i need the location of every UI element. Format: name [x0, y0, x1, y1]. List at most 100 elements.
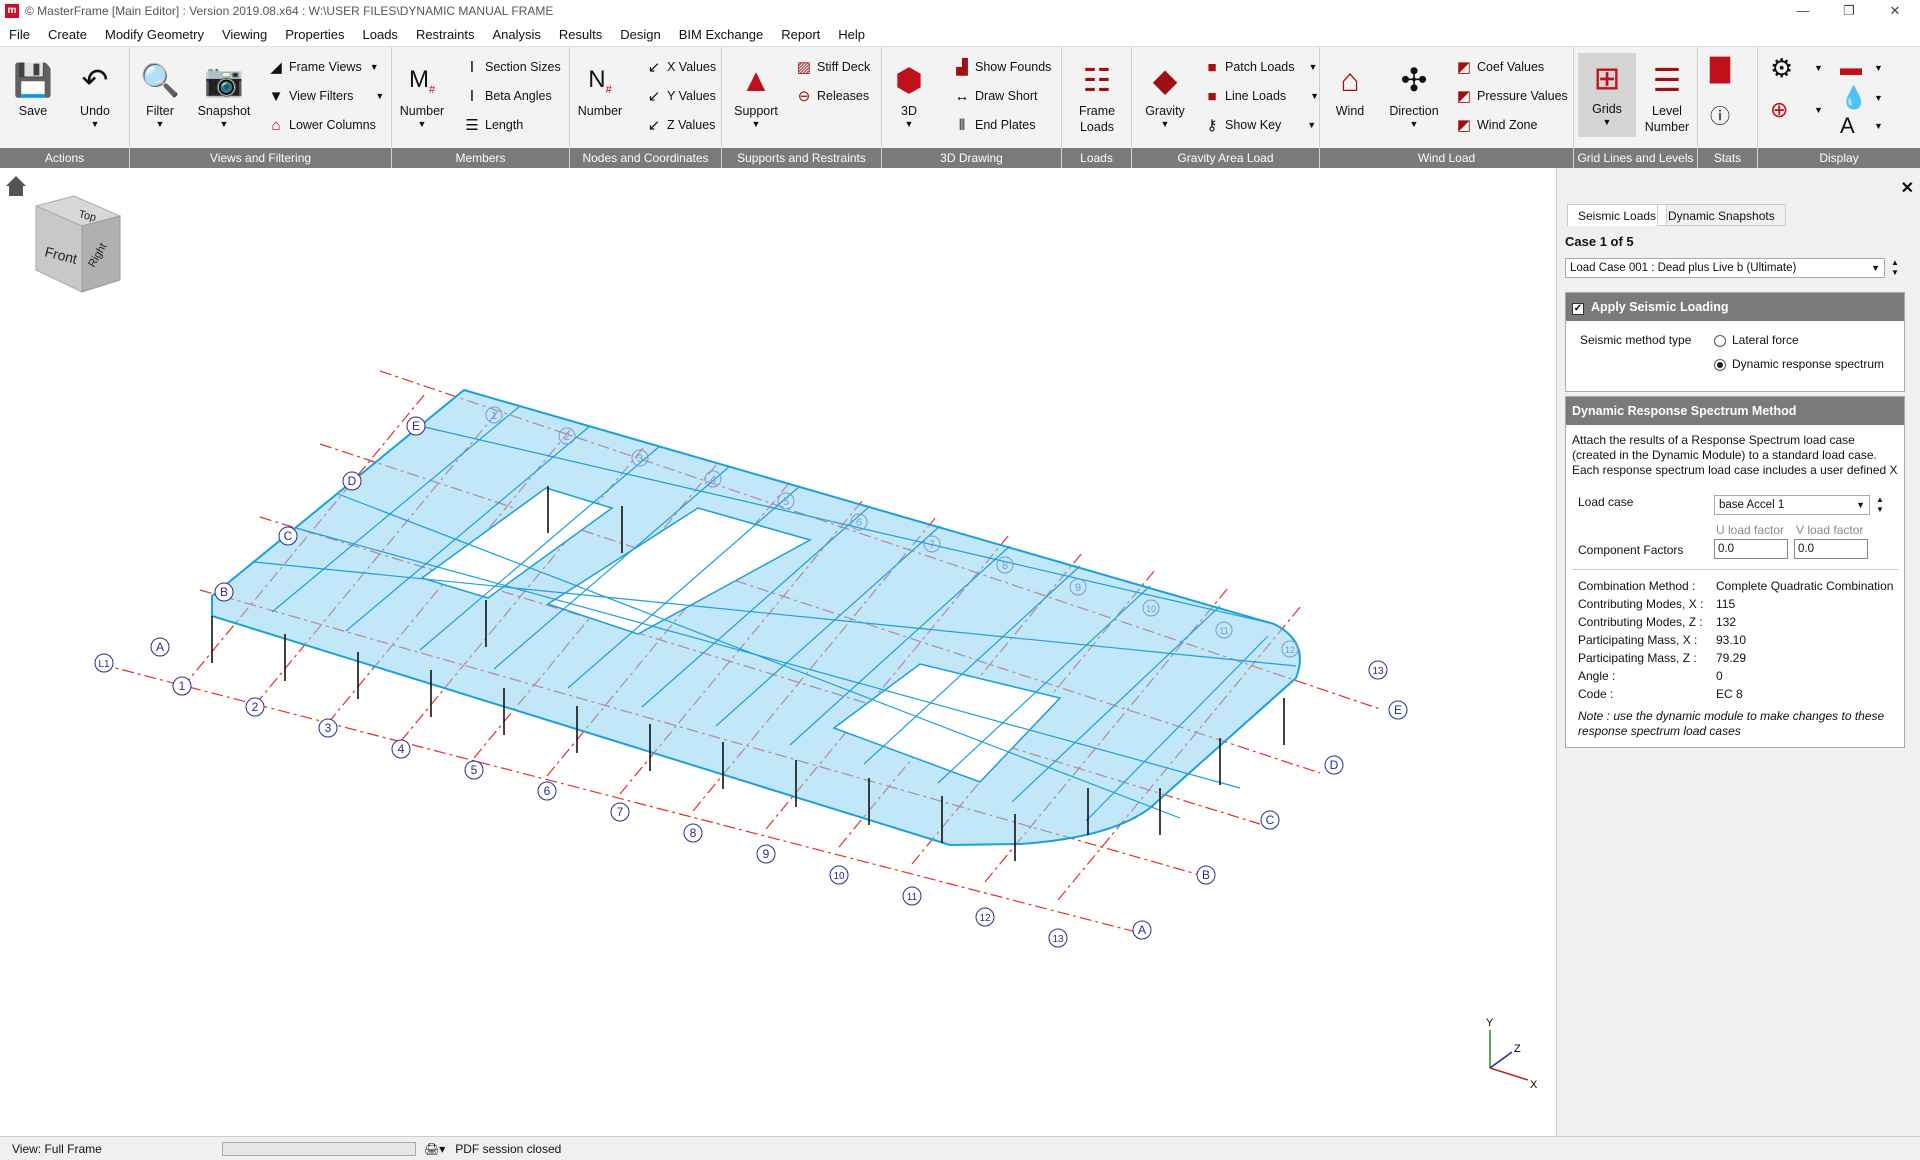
- svg-text:D: D: [1330, 758, 1339, 772]
- minimize-button[interactable]: —: [1780, 0, 1826, 22]
- fill-color-icon[interactable]: 💧: [1840, 85, 1867, 110]
- load-case-select[interactable]: Load Case 001 : Dead plus Live b (Ultima…: [1565, 258, 1885, 278]
- 3d-button[interactable]: ⬢ 3D ▼: [888, 61, 930, 129]
- show-key-button[interactable]: ⚷ Show Key ▼: [1202, 114, 1317, 136]
- menu-create[interactable]: Create: [39, 27, 96, 42]
- member-number-button[interactable]: M# Number ▼: [398, 61, 446, 129]
- beta-angle-icon: Ⅰ: [469, 88, 475, 105]
- printer-icon[interactable]: 🖨▾: [424, 1142, 445, 1156]
- tab-seismic-loads[interactable]: Seismic Loads: [1567, 204, 1668, 226]
- frame-loads-icon: ☷: [1082, 62, 1112, 98]
- menu-results[interactable]: Results: [550, 27, 611, 42]
- chevron-down-icon: ▼: [751, 119, 761, 129]
- menu-bim-exchange[interactable]: BIM Exchange: [670, 27, 773, 42]
- grid-bubble-10: 10: [829, 865, 849, 885]
- menu-help[interactable]: Help: [829, 27, 874, 42]
- menu-design[interactable]: Design: [611, 27, 669, 42]
- frame-views-button[interactable]: ◢ Frame Views ▼: [266, 56, 378, 78]
- length-button[interactable]: ☰ Length: [462, 114, 523, 136]
- wind-zone-button[interactable]: ◩ Wind Zone: [1454, 114, 1538, 136]
- menu-loads[interactable]: Loads: [354, 27, 407, 42]
- level-icon: ☰: [1652, 62, 1682, 98]
- close-panel-icon[interactable]: ✕: [1901, 178, 1914, 198]
- grid-bubble-4: 4: [391, 739, 411, 759]
- info-icon[interactable]: ⓘ: [1710, 103, 1730, 128]
- response-case-select[interactable]: base Accel 1 ▼: [1714, 495, 1870, 515]
- menu-report[interactable]: Report: [772, 27, 829, 42]
- close-window-button[interactable]: ✕: [1872, 0, 1918, 22]
- svg-text:D: D: [348, 474, 357, 488]
- node-display-icon[interactable]: ⊕: [1770, 97, 1788, 122]
- beta-angles-button[interactable]: Ⅰ Beta Angles: [462, 85, 552, 107]
- view-cube[interactable]: Top Front Right: [34, 195, 122, 293]
- line-loads-button[interactable]: ■ Line Loads ▼: [1202, 85, 1319, 107]
- gravity-button[interactable]: ◆ Gravity ▼: [1138, 61, 1192, 129]
- level-number-button[interactable]: ☰ Level Number: [1640, 61, 1694, 135]
- lower-columns-button[interactable]: ⌂ Lower Columns: [266, 114, 375, 136]
- wind-house-icon: ⌂: [1340, 62, 1360, 98]
- filter-button[interactable]: 🔍 Filter ▼: [136, 61, 184, 129]
- menu-properties[interactable]: Properties: [276, 27, 353, 42]
- grids-button[interactable]: ⊞ Grids ▼: [1578, 53, 1636, 137]
- group-label: Display: [1758, 148, 1920, 169]
- x-values-button[interactable]: ↙ X Values: [644, 56, 716, 78]
- menu-analysis[interactable]: Analysis: [483, 27, 549, 42]
- snapshot-button[interactable]: 📷 Snapshot ▼: [194, 61, 254, 129]
- stiff-deck-button[interactable]: ▨ Stiff Deck: [794, 56, 870, 78]
- node-number-button[interactable]: N# Number: [576, 61, 624, 119]
- chevron-down-icon[interactable]: ▼: [1874, 57, 1883, 79]
- settings-gear-icon[interactable]: ⚙: [1770, 53, 1793, 83]
- chevron-down-icon[interactable]: ▼: [1874, 87, 1883, 109]
- grid-bubble-6: 6: [537, 781, 557, 801]
- apply-seismic-checkbox[interactable]: ✓: [1572, 303, 1584, 315]
- tab-dynamic-snapshots[interactable]: Dynamic Snapshots: [1657, 204, 1786, 226]
- radio-dynamic-spectrum[interactable]: Dynamic response spectrum: [1714, 357, 1884, 371]
- end-plates-button[interactable]: ⫴ End Plates: [952, 114, 1036, 136]
- 3d-viewport[interactable]: Top Front Right 1 2 3 4 5 6 7 8 9 10 11 …: [0, 168, 1556, 1136]
- frame-drawing[interactable]: Top Front Right 1 2 3 4 5 6 7 8 9 10 11 …: [0, 168, 1556, 1136]
- menu-viewing[interactable]: Viewing: [213, 27, 276, 42]
- response-spinner-icon[interactable]: ▲ ▼: [1876, 495, 1884, 515]
- frame-loads-button[interactable]: ☷ Frame Loads: [1070, 61, 1124, 135]
- line-color-icon[interactable]: ▬: [1840, 55, 1862, 80]
- v-factor-input[interactable]: 0.0: [1794, 539, 1868, 559]
- view-filters-button[interactable]: ▼ View Filters ▼: [266, 85, 385, 107]
- svg-text:8: 8: [690, 826, 697, 840]
- patch-loads-button[interactable]: ■ Patch Loads ▼: [1202, 56, 1317, 78]
- font-icon[interactable]: A: [1840, 113, 1855, 138]
- bar-chart-icon[interactable]: ▇: [1710, 53, 1730, 83]
- case-spinner-icon[interactable]: ▲ ▼: [1891, 258, 1899, 278]
- coef-values-button[interactable]: ◩ Coef Values: [1454, 56, 1544, 78]
- pressure-values-button[interactable]: ◩ Pressure Values: [1454, 85, 1568, 107]
- menu-modify-geometry[interactable]: Modify Geometry: [96, 27, 213, 42]
- z-values-button[interactable]: ↙ Z Values: [644, 114, 716, 136]
- restore-button[interactable]: ❐: [1826, 0, 1872, 22]
- draw-short-button[interactable]: ↔ Draw Short: [952, 85, 1038, 107]
- u-factor-input[interactable]: 0.0: [1714, 539, 1788, 559]
- chevron-down-icon[interactable]: ▼: [1874, 115, 1883, 137]
- menu-file[interactable]: File: [0, 27, 39, 42]
- undo-button[interactable]: ↶ Undo ▼: [70, 61, 120, 129]
- radio-lateral-force[interactable]: Lateral force: [1714, 333, 1799, 347]
- grid-bubble-12: 12: [975, 907, 995, 927]
- show-founds-button[interactable]: ▟ Show Founds: [952, 56, 1051, 78]
- section-sizes-button[interactable]: Ⅰ Section Sizes: [462, 56, 561, 78]
- slab[interactable]: [211, 388, 1301, 847]
- svg-text:7: 7: [617, 805, 624, 819]
- menu-restraints[interactable]: Restraints: [407, 27, 484, 42]
- chevron-down-icon[interactable]: ▼: [1814, 57, 1823, 79]
- u-factor-label: U load factor: [1716, 523, 1785, 537]
- chevron-down-icon[interactable]: ▼: [1814, 99, 1823, 121]
- lower-columns-icon: ⌂: [271, 116, 281, 134]
- support-button[interactable]: ▲ Support ▼: [728, 61, 784, 129]
- apply-seismic-header[interactable]: ✓ Apply Seismic Loading: [1566, 293, 1904, 321]
- direction-button[interactable]: ✣ Direction ▼: [1384, 61, 1444, 129]
- home-icon[interactable]: [6, 176, 26, 196]
- y-values-button[interactable]: ↙ Y Values: [644, 85, 716, 107]
- releases-button[interactable]: ⊖ Releases: [794, 85, 869, 107]
- grid-bubble-13-right: 13: [1368, 660, 1388, 680]
- save-button[interactable]: 💾 Save: [8, 61, 58, 119]
- result-labels: Combination Method : Contributing Modes,…: [1578, 579, 1704, 701]
- svg-text:11: 11: [1219, 626, 1228, 636]
- wind-button[interactable]: ⌂ Wind: [1326, 61, 1374, 119]
